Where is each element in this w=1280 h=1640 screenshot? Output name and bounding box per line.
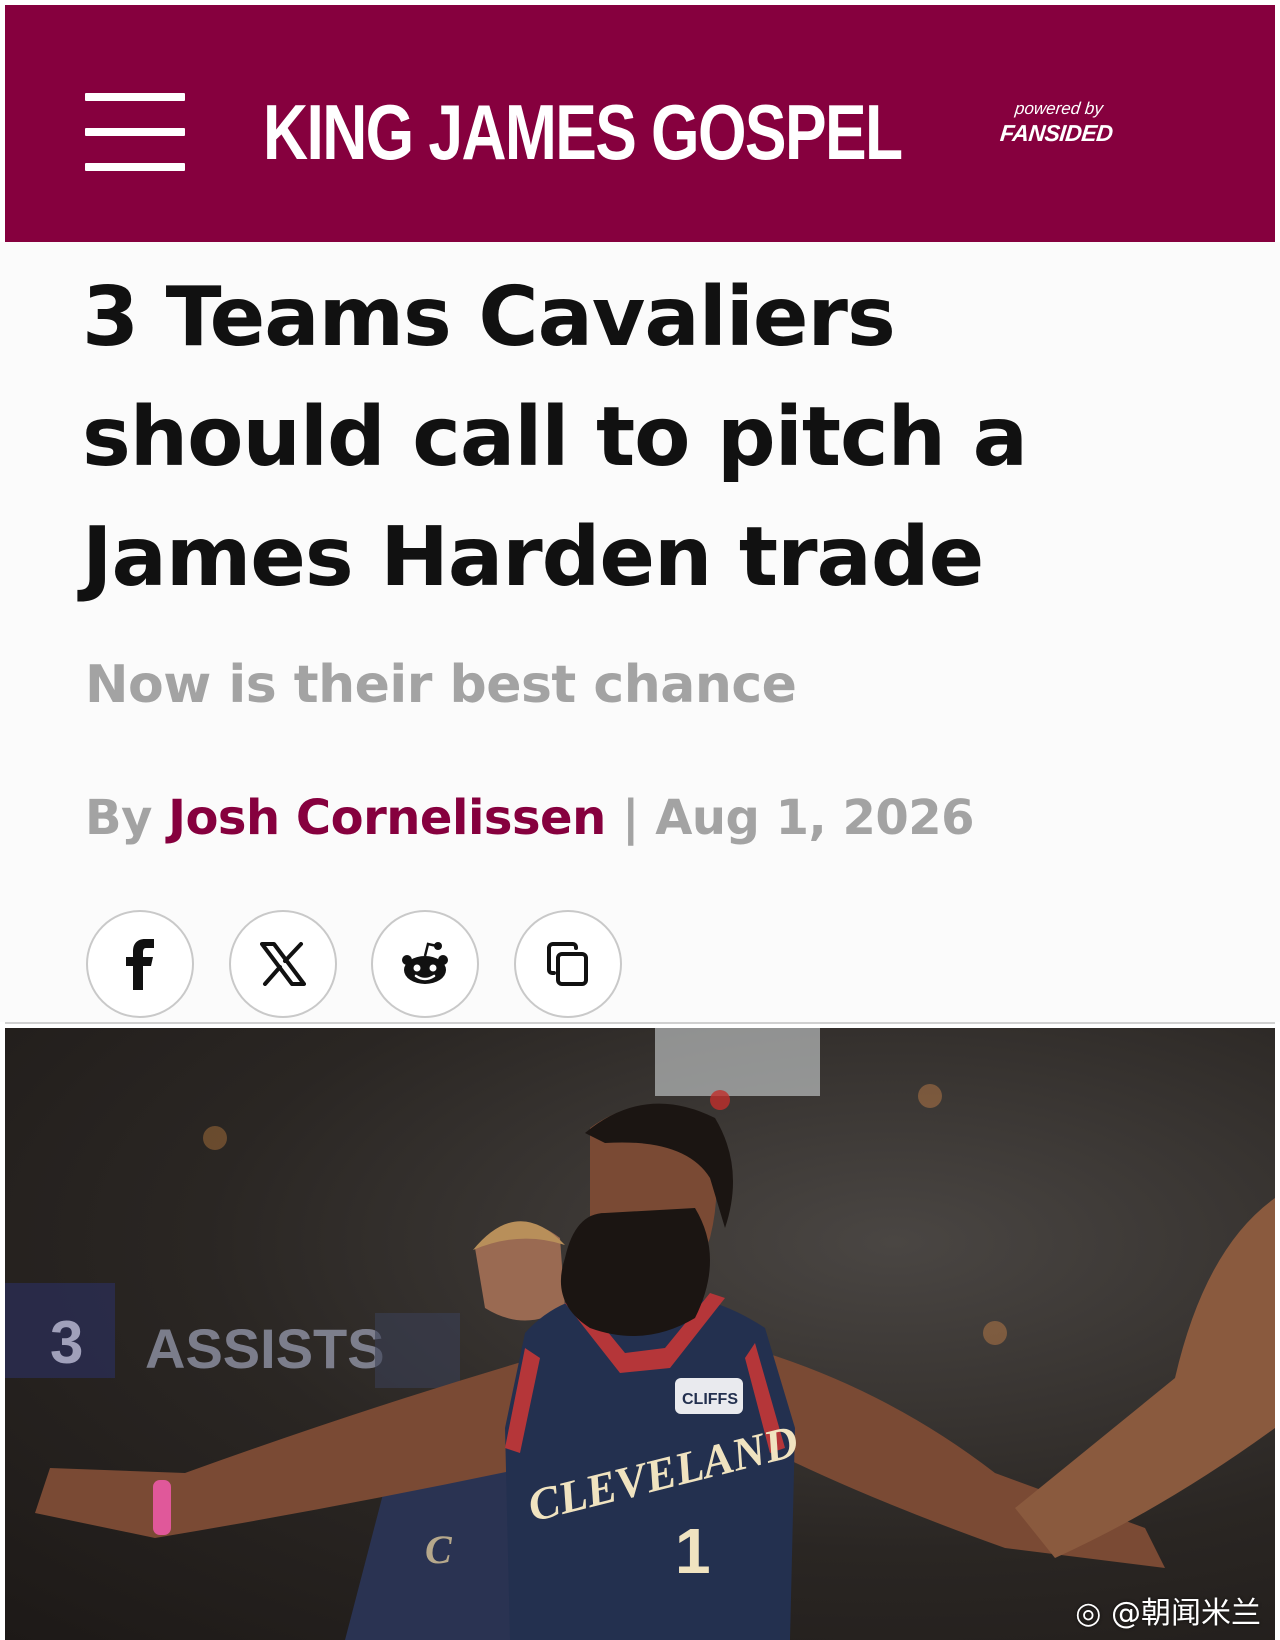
reddit-icon — [402, 942, 448, 984]
article-subheadline: Now is their best chance — [85, 655, 797, 715]
watermark-text: @朝闻米兰 — [1111, 1596, 1261, 1631]
copy-link-button[interactable] — [514, 910, 622, 1018]
author-link[interactable]: Josh Cornelissen — [168, 790, 606, 846]
byline-prefix: By — [85, 790, 152, 846]
site-logo[interactable]: KING JAMES GOSPEL — [263, 87, 903, 177]
weibo-icon: ◎ — [1075, 1596, 1102, 1631]
powered-by-fansided[interactable]: powered by FANSIDED — [992, 99, 1122, 147]
facebook-icon — [126, 939, 154, 990]
hero-image[interactable]: 3 ASSISTS C CLEVELAND 1 CLIFFS ◎ @朝闻米兰 — [5, 1028, 1275, 1640]
share-x-button[interactable] — [229, 910, 337, 1018]
x-twitter-icon — [260, 942, 306, 986]
site-header: KING JAMES GOSPEL powered by FANSIDED — [5, 5, 1275, 242]
byline-separator: | — [621, 790, 640, 846]
hero-photo-illustration: 3 ASSISTS C CLEVELAND 1 CLIFFS — [5, 1028, 1275, 1640]
powered-by-label: powered by — [1014, 99, 1104, 118]
copy-link-icon — [547, 942, 588, 986]
article-byline: By Josh Cornelissen | Aug 1, 2026 — [85, 790, 975, 846]
share-facebook-button[interactable] — [86, 910, 194, 1018]
hamburger-menu-icon[interactable] — [85, 93, 185, 171]
background-jersey-text: C — [425, 1527, 453, 1572]
publish-date: Aug 1, 2026 — [655, 790, 975, 846]
watermark: ◎ @朝闻米兰 — [1075, 1588, 1261, 1632]
scoreboard-text: ASSISTS — [145, 1317, 385, 1380]
fansided-logo-text: FANSIDED — [998, 120, 1114, 146]
scoreboard-number: 3 — [50, 1309, 83, 1376]
article-headline: 3 Teams Cavaliers should call to pitch a… — [82, 270, 1028, 605]
jersey-number: 1 — [675, 1515, 711, 1587]
jersey-sponsor: CLIFFS — [682, 1391, 738, 1408]
hero-divider — [5, 1022, 1275, 1024]
share-reddit-button[interactable] — [371, 910, 479, 1018]
site-logo-text: KING JAMES GOSPEL — [263, 88, 903, 176]
